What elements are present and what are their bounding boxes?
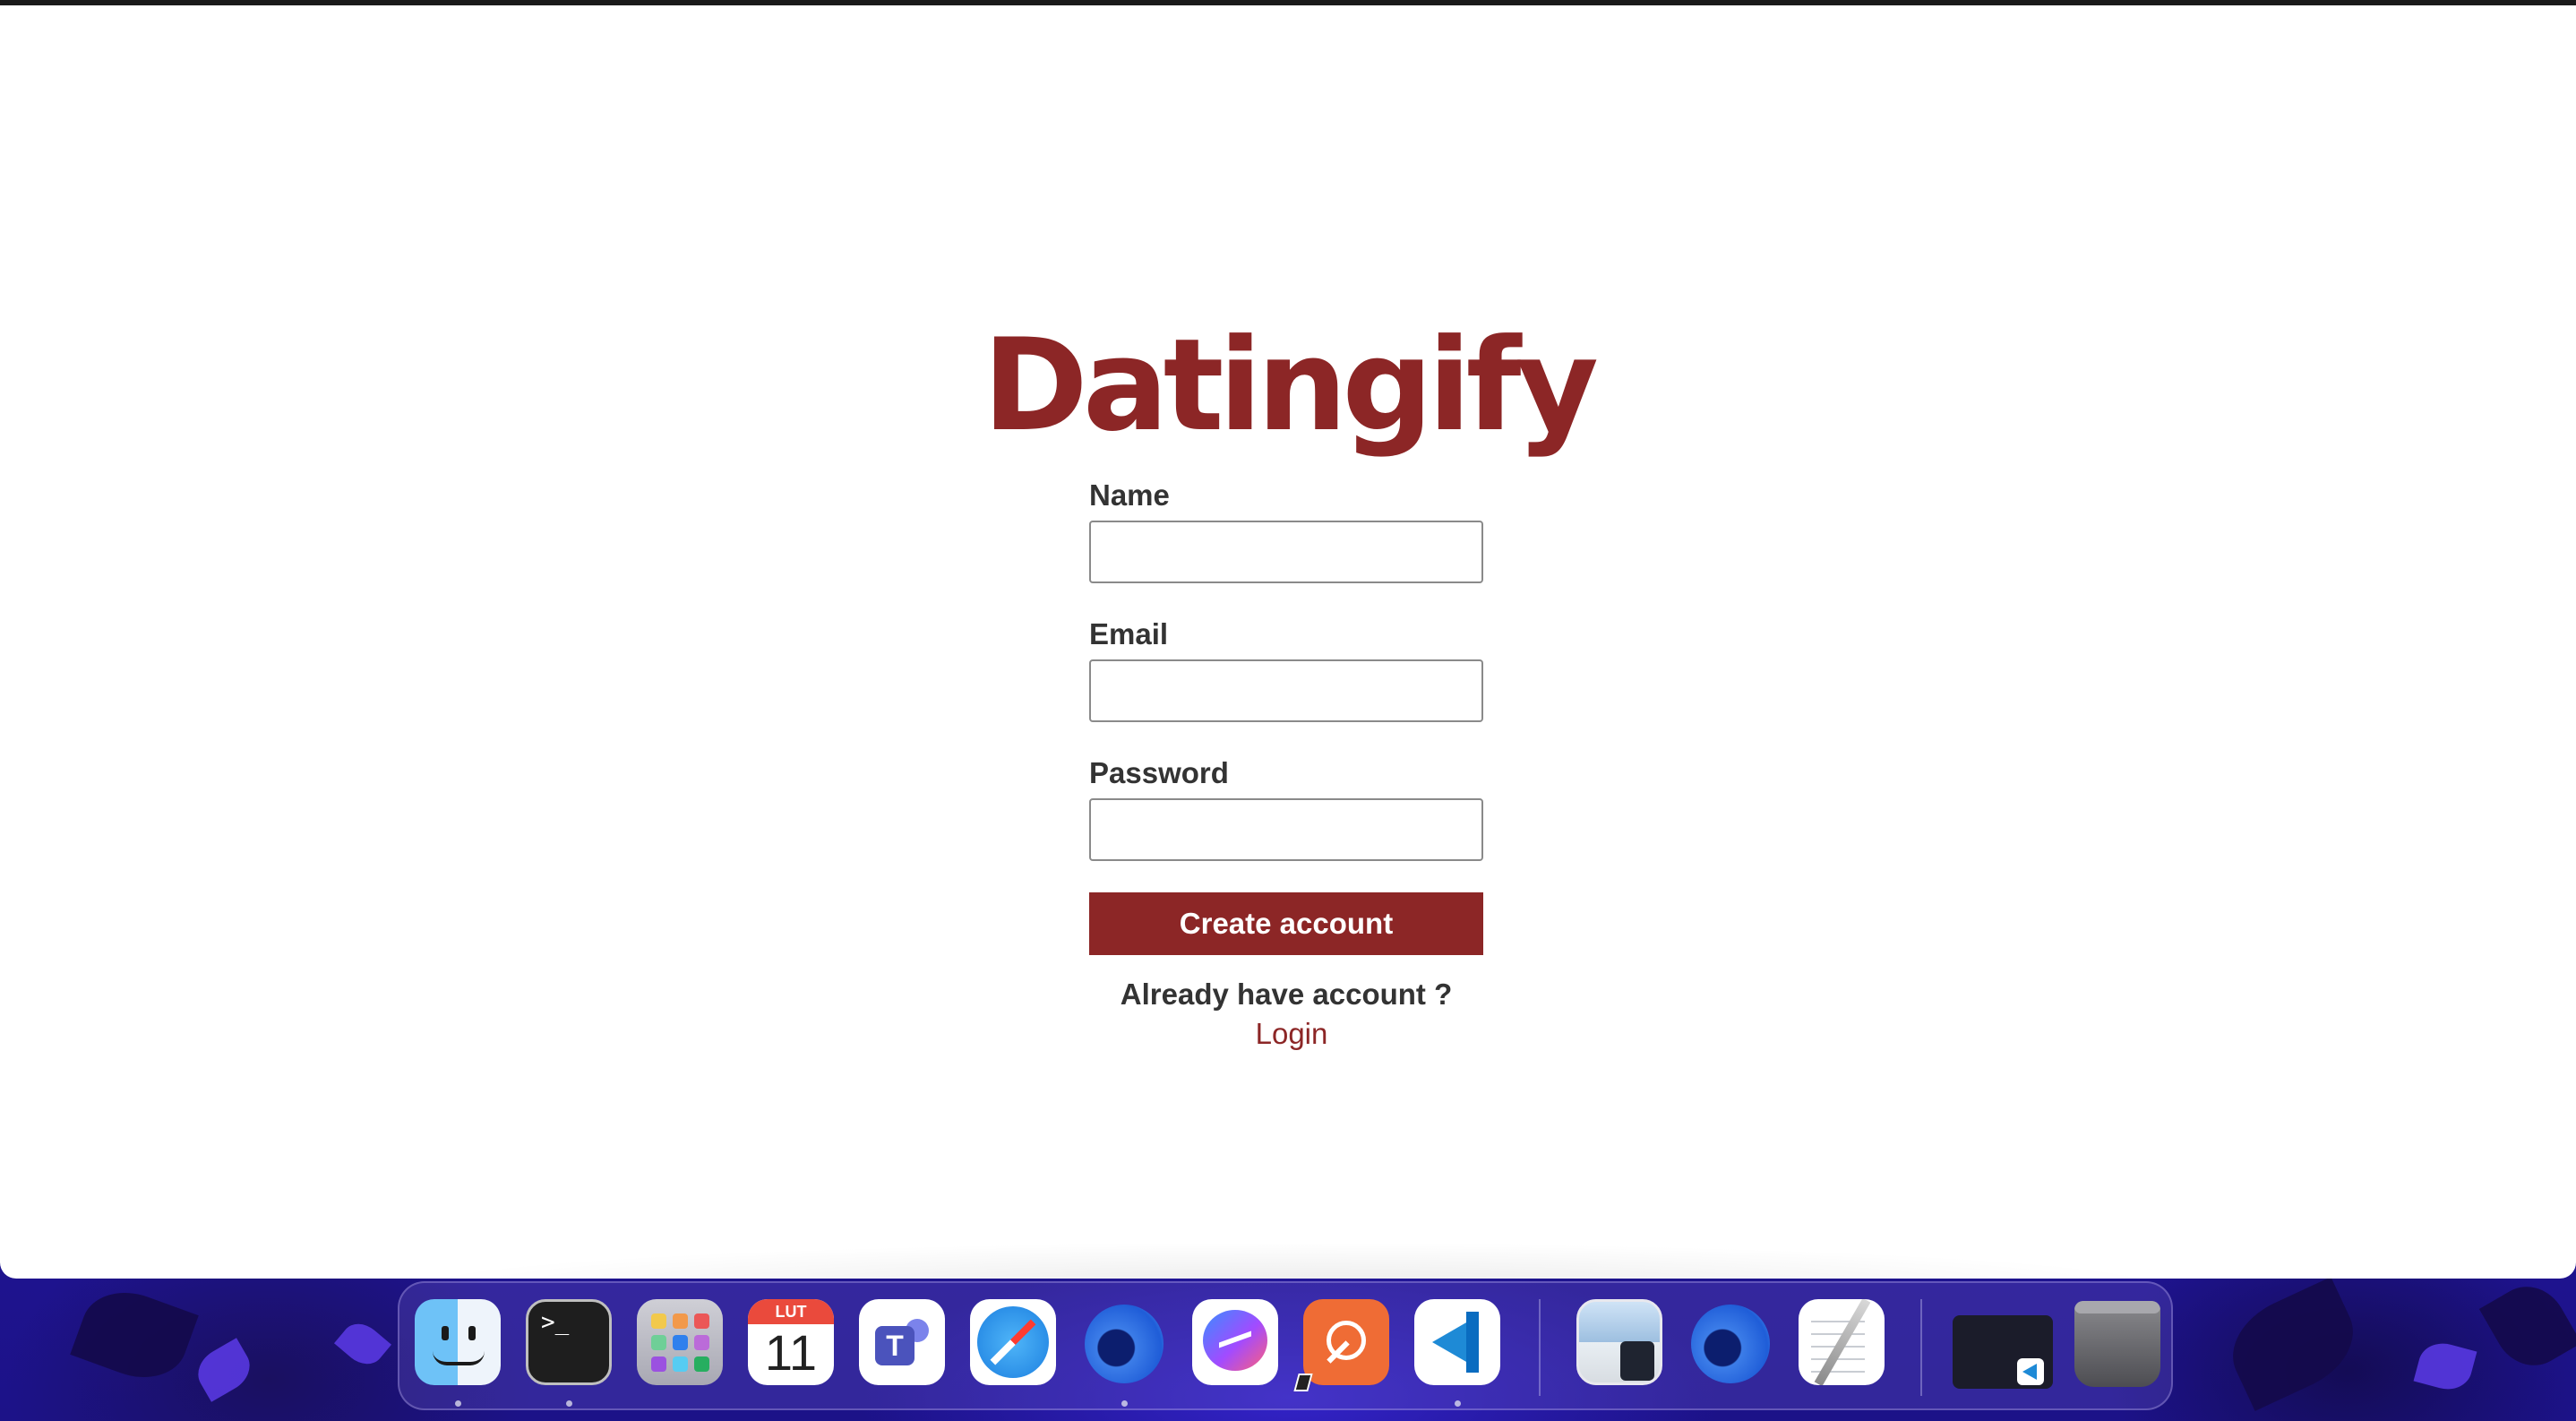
trash-icon[interactable]: [2074, 1301, 2160, 1387]
preview-icon[interactable]: [1576, 1299, 1662, 1385]
launchpad-icon[interactable]: [637, 1299, 723, 1385]
email-label: Email: [1089, 617, 1169, 650]
firefox-icon[interactable]: [1081, 1299, 1167, 1385]
create-account-button[interactable]: Create account: [1089, 892, 1483, 955]
finder-icon[interactable]: [415, 1299, 501, 1385]
vscode-icon[interactable]: [1414, 1299, 1500, 1385]
password-input[interactable]: [1089, 798, 1483, 861]
signup-form: Name Email Password Create account Alrea…: [1089, 476, 1483, 1054]
running-indicator: [1121, 1400, 1128, 1407]
terminal-icon[interactable]: >_: [526, 1299, 612, 1385]
dock-separator: [1920, 1299, 1922, 1396]
brand-title: Datingify: [982, 312, 1599, 460]
browser-window: Datingify Name Email Password Create acc…: [0, 5, 2576, 1279]
login-prompt: Already have account ?: [1120, 977, 1453, 1011]
password-field-group: Password: [1089, 754, 1483, 861]
postman-icon[interactable]: [1303, 1299, 1389, 1385]
password-label: Password: [1089, 756, 1229, 789]
email-field-group: Email: [1089, 615, 1483, 722]
name-field-group: Name: [1089, 476, 1483, 583]
email-input[interactable]: [1089, 659, 1483, 722]
window-shadow: [394, 1242, 2185, 1279]
login-row: Already have account ? Login: [1089, 975, 1483, 1054]
name-input[interactable]: [1089, 521, 1483, 583]
textedit-icon[interactable]: [1799, 1299, 1885, 1385]
running-indicator: [1455, 1400, 1461, 1407]
calendar-month: LUT: [748, 1299, 834, 1324]
window-thumbnail-icon[interactable]: [1953, 1315, 2053, 1389]
calendar-icon[interactable]: LUT 11: [748, 1299, 834, 1385]
name-label: Name: [1089, 478, 1170, 512]
login-link[interactable]: Login: [1256, 1017, 1328, 1050]
calendar-day: 11: [764, 1324, 818, 1381]
running-indicator: [566, 1400, 572, 1407]
firefox-icon[interactable]: [1687, 1299, 1773, 1385]
dock-separator: [1539, 1299, 1541, 1396]
running-indicator: [455, 1400, 461, 1407]
safari-icon[interactable]: [970, 1299, 1056, 1385]
teams-icon[interactable]: T: [859, 1299, 945, 1385]
messenger-icon[interactable]: [1192, 1299, 1278, 1385]
